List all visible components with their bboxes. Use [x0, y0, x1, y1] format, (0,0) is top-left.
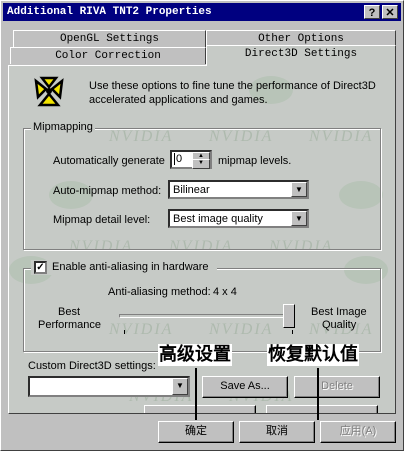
advanced-settings-annotation: 高级设置: [158, 344, 232, 366]
close-button[interactable]: ✕: [382, 5, 398, 19]
mipmap-levels-value[interactable]: 0: [174, 153, 182, 165]
slider-tick-left: [124, 330, 125, 334]
slider-track: [119, 314, 295, 318]
annotation-pointer-line: [195, 368, 197, 420]
save-as-button[interactable]: Save As...: [202, 376, 288, 398]
cancel-button[interactable]: 取消: [239, 421, 315, 443]
advanced-button[interactable]: [144, 405, 256, 413]
auto-mipmap-method-label: Auto-mipmap method:: [53, 185, 162, 197]
annotation-pointer-line: [317, 368, 319, 420]
mipmap-levels-label: mipmap levels.: [218, 155, 292, 167]
best-image-label-2: Quality: [322, 319, 357, 331]
restore-defaults-annotation: 恢复默认值: [267, 344, 359, 366]
antialiasing-method-value: 4 x 4: [213, 286, 237, 298]
nvidia-eye-icon: [32, 75, 66, 109]
mipmap-detail-level-label: Mipmap detail level:: [53, 214, 151, 226]
auto-generate-label: Automatically generate: [53, 155, 165, 167]
restore-defaults-button[interactable]: [266, 405, 378, 413]
mipmap-detail-level-value: Best image quality: [173, 213, 263, 225]
auto-mipmap-method-value: Bilinear: [173, 184, 210, 196]
tab-color-correction[interactable]: Color Correction: [10, 47, 206, 64]
chevron-down-icon[interactable]: ▼: [291, 211, 307, 226]
best-performance-label-1: Best: [58, 306, 81, 318]
delete-button[interactable]: Delete: [294, 376, 380, 398]
mipmap-levels-spinner[interactable]: 0 ▲ ▼: [170, 150, 212, 169]
custom-settings-select[interactable]: ▼: [28, 376, 190, 397]
mipmap-detail-level-select[interactable]: Best image quality ▼: [168, 209, 309, 228]
slider-thumb[interactable]: [283, 304, 295, 328]
antialiasing-group-header: ✓ Enable anti-aliasing in hardware: [31, 260, 217, 275]
intro-text-line-1: Use these options to fine tune the perfo…: [89, 80, 376, 92]
ok-button[interactable]: 确定: [158, 421, 234, 443]
title-bar: Additional RIVA TNT2 Properties ? ✕: [3, 3, 401, 21]
spinner-down-icon[interactable]: ▼: [192, 159, 210, 169]
tab-direct3d-settings[interactable]: Direct3D Settings: [206, 45, 396, 66]
enable-antialiasing-label[interactable]: Enable anti-aliasing in hardware: [52, 261, 209, 273]
antialiasing-slider[interactable]: [115, 302, 301, 334]
mipmapping-group-label: Mipmapping: [31, 121, 95, 133]
best-performance-label-2: Performance: [38, 319, 101, 331]
custom-settings-label: Custom Direct3D settings:: [28, 360, 156, 372]
chevron-down-icon[interactable]: ▼: [172, 378, 188, 395]
slider-tick-right: [292, 330, 293, 334]
best-image-label-1: Best Image: [311, 306, 367, 318]
help-button[interactable]: ?: [364, 5, 380, 19]
apply-button[interactable]: 应用(A): [320, 421, 396, 443]
auto-mipmap-method-select[interactable]: Bilinear ▼: [168, 180, 309, 199]
chevron-down-icon[interactable]: ▼: [291, 182, 307, 197]
window-title: Additional RIVA TNT2 Properties: [7, 6, 212, 18]
antialiasing-method-label: Anti-aliasing method:: [108, 286, 211, 298]
properties-window: Additional RIVA TNT2 Properties ? ✕ Open…: [0, 0, 404, 451]
intro-text-line-2: accelerated applications and games.: [89, 94, 268, 106]
tab-opengl-settings[interactable]: OpenGL Settings: [13, 30, 206, 47]
enable-antialiasing-checkbox[interactable]: ✓: [34, 261, 47, 274]
